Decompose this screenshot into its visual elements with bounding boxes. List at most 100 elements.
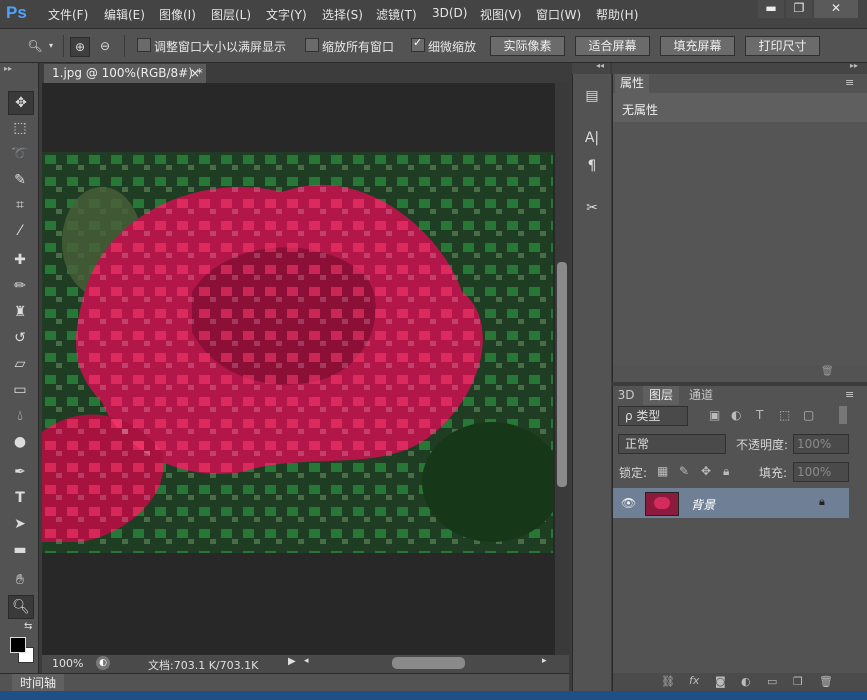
close-button[interactable]: ✕ — [814, 0, 858, 18]
clone-stamp-icon[interactable]: ♜ — [8, 301, 32, 323]
status-menu-arrow-icon[interactable]: ▶ — [288, 656, 296, 667]
tab-3d[interactable]: 3D — [615, 386, 637, 405]
document-image[interactable] — [42, 152, 553, 553]
crop-tool-icon[interactable]: ⌗ — [8, 194, 32, 216]
paragraph-panel-icon[interactable]: ¶ — [582, 156, 602, 176]
move-tool-icon[interactable]: ✥ — [8, 91, 34, 115]
share-icon[interactable]: ◐ — [96, 656, 110, 670]
tab-properties[interactable]: 属性 — [615, 74, 649, 93]
menu-3d[interactable]: 3D(D) — [432, 6, 467, 20]
restore-button[interactable]: ❐ — [786, 0, 812, 18]
vertical-scroll-thumb[interactable] — [557, 262, 567, 487]
layer-style-icon[interactable]: fx — [689, 674, 699, 687]
lock-image-icon[interactable]: ✎ — [679, 464, 689, 478]
fill-screen-button[interactable]: 填充屏幕 — [660, 36, 735, 56]
character-panel-icon[interactable]: A| — [582, 128, 602, 148]
eyedropper-icon[interactable]: ⁄ — [8, 220, 32, 242]
collapse-properties-icon[interactable]: ▸▸ — [850, 61, 858, 70]
layers-menu-icon[interactable]: ≡ — [845, 388, 854, 401]
panel-menu-icon[interactable]: ≡ — [845, 76, 854, 89]
brush-tool-icon[interactable]: ✏ — [8, 275, 32, 297]
path-selection-icon[interactable]: ➤ — [8, 513, 32, 535]
resize-windows-checkbox[interactable] — [137, 38, 151, 52]
history-panel-icon[interactable]: ▤ — [582, 86, 602, 106]
scrubby-zoom-checkbox[interactable] — [411, 36, 425, 52]
menu-filter[interactable]: 滤镜(T) — [376, 6, 417, 23]
zoom-all-windows-checkbox[interactable] — [305, 38, 319, 52]
filter-smart-object-icon[interactable]: ▢ — [803, 408, 814, 422]
trash-icon[interactable]: 🗑︎ — [821, 366, 834, 377]
rectangle-tool-icon[interactable]: ▬ — [8, 539, 32, 561]
collapse-strip-icon[interactable]: ◂◂ — [596, 61, 604, 70]
swap-colors-icon[interactable]: ⇆ — [24, 621, 32, 632]
timeline-tab[interactable]: 时间轴 — [12, 674, 65, 692]
filter-pixel-icon[interactable]: ▣ — [709, 408, 720, 422]
menu-window[interactable]: 窗口(W) — [536, 6, 581, 23]
menu-view[interactable]: 视图(V) — [480, 6, 522, 23]
layers-panel: 3D 图层 通道 ≡ ρ 类型 ▣ ◐ T ⬚ ▢ 正常 不透明度: 100% … — [612, 386, 867, 691]
lock-transparent-icon[interactable]: ▦ — [657, 464, 668, 478]
filter-shape-icon[interactable]: ⬚ — [779, 408, 790, 422]
gradient-tool-icon[interactable]: ▭ — [8, 379, 32, 401]
menu-image[interactable]: 图像(I) — [159, 6, 196, 23]
tab-layers[interactable]: 图层 — [643, 386, 679, 405]
actual-pixels-button[interactable]: 实际像素 — [490, 36, 565, 56]
filter-type-icon[interactable]: T — [756, 408, 763, 422]
minimize-button[interactable]: ▬ — [758, 0, 784, 18]
delete-layer-icon[interactable]: 🗑︎ — [819, 675, 833, 688]
zoom-out-icon[interactable]: ⊖ — [96, 37, 114, 55]
blur-tool-icon[interactable]: 💧︎ — [8, 405, 32, 427]
layer-filter-kind[interactable]: ρ 类型 — [618, 406, 688, 426]
quick-selection-icon[interactable]: ✎ — [8, 169, 32, 191]
document-tab[interactable]: 1.jpg @ 100%(RGB/8#) * × — [44, 64, 206, 83]
new-group-icon[interactable]: ▭ — [767, 675, 777, 688]
zoom-in-icon[interactable]: ⊕ — [70, 37, 90, 57]
zoom-level[interactable]: 100% — [52, 657, 83, 670]
lock-position-icon[interactable]: ✥ — [701, 464, 711, 478]
visibility-eye-icon[interactable]: 👁︎ — [621, 496, 636, 510]
add-mask-icon[interactable]: ◙ — [715, 675, 726, 688]
pen-tool-icon[interactable]: ✒ — [8, 461, 32, 483]
blend-mode-select[interactable]: 正常 — [618, 434, 726, 454]
fill-input[interactable]: 100% — [793, 462, 849, 482]
properties-panel: 属性 ≡ 无属性 🗑︎ — [612, 74, 867, 382]
filter-toggle[interactable] — [839, 406, 847, 424]
new-layer-icon[interactable]: ❐ — [793, 675, 803, 688]
lasso-tool-icon[interactable]: ➰ — [8, 143, 32, 165]
menu-help[interactable]: 帮助(H) — [596, 6, 638, 23]
separator — [124, 35, 125, 57]
menu-edit[interactable]: 编辑(E) — [104, 6, 145, 23]
eraser-icon[interactable]: ▱ — [8, 353, 32, 375]
menu-select[interactable]: 选择(S) — [322, 6, 363, 23]
history-brush-icon[interactable]: ↺ — [8, 327, 32, 349]
adjustment-layer-icon[interactable]: ◐ — [741, 675, 751, 688]
menu-file[interactable]: 文件(F) — [48, 6, 88, 23]
scroll-left-icon[interactable]: ◂ — [304, 656, 309, 666]
print-size-button[interactable]: 打印尺寸 — [745, 36, 820, 56]
rectangular-marquee-icon[interactable]: ⬚ — [8, 117, 32, 139]
tab-channels[interactable]: 通道 — [683, 386, 719, 405]
scroll-right-icon[interactable]: ▸ — [542, 656, 547, 666]
layer-row-background[interactable]: 👁︎ 背景 🔒︎ — [613, 488, 849, 518]
filter-adjustment-icon[interactable]: ◐ — [731, 408, 741, 422]
zoom-tool-icon[interactable]: 🔍︎ — [8, 595, 34, 619]
close-tab-icon[interactable]: × — [190, 64, 200, 83]
tool-presets-icon[interactable]: ✂ — [582, 198, 602, 218]
lock-all-icon[interactable]: 🔒︎ — [723, 464, 729, 479]
collapse-tools-icon[interactable]: ▸▸ — [4, 64, 12, 73]
menu-type[interactable]: 文字(Y) — [266, 6, 307, 23]
link-layers-icon[interactable]: ⛓ — [661, 675, 675, 688]
hand-tool-icon[interactable]: ✋︎ — [8, 569, 32, 591]
type-tool-icon[interactable]: T — [8, 487, 32, 509]
horizontal-scroll-thumb[interactable] — [392, 657, 465, 669]
icon-strip-header: ◂◂ — [572, 61, 610, 74]
menu-layer[interactable]: 图层(L) — [211, 6, 251, 23]
opacity-input[interactable]: 100% — [793, 434, 849, 454]
spot-healing-icon[interactable]: ✚ — [8, 249, 32, 271]
fit-screen-button[interactable]: 适合屏幕 — [575, 36, 650, 56]
dodge-tool-icon[interactable]: ● — [8, 431, 32, 453]
tool-preset-dropdown-icon[interactable]: ▾ — [46, 37, 56, 55]
zoom-tool-icon[interactable]: 🔍︎ — [26, 37, 44, 55]
foreground-color-swatch[interactable] — [10, 637, 26, 653]
layer-name[interactable]: 背景 — [691, 496, 715, 513]
